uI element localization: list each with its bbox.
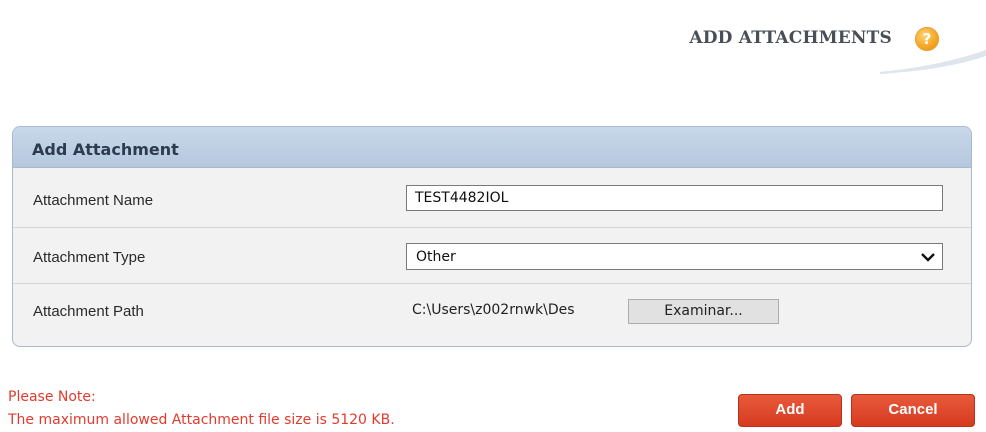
attachment-type-select[interactable]: Other bbox=[406, 243, 943, 270]
add-button[interactable]: Add bbox=[738, 394, 842, 427]
attachment-type-value: Other bbox=[416, 249, 456, 265]
cancel-button[interactable]: Cancel bbox=[851, 394, 975, 427]
attachment-name-label: Attachment Name bbox=[33, 192, 154, 209]
page-title: ADD ATTACHMENTS bbox=[689, 28, 892, 48]
attachment-name-input[interactable] bbox=[406, 185, 943, 211]
page-header: ADD ATTACHMENTS ? bbox=[0, 0, 986, 95]
add-attachment-panel: Add Attachment Attachment Name Attachmen… bbox=[12, 126, 972, 347]
attachment-path-label: Attachment Path bbox=[33, 303, 144, 320]
row-divider bbox=[13, 283, 971, 284]
note-heading: Please Note: bbox=[8, 389, 96, 405]
attachment-path-value[interactable]: C:\Users\z002rnwk\Des bbox=[406, 297, 642, 323]
chevron-down-icon bbox=[921, 253, 935, 262]
attachment-type-label: Attachment Type bbox=[33, 249, 146, 266]
help-icon[interactable]: ? bbox=[915, 27, 939, 51]
note-text: The maximum allowed Attachment file size… bbox=[8, 412, 395, 428]
panel-header: Add Attachment bbox=[13, 127, 971, 168]
panel-title: Add Attachment bbox=[32, 140, 179, 159]
row-divider bbox=[13, 227, 971, 228]
browse-button[interactable]: Examinar... bbox=[628, 299, 779, 324]
